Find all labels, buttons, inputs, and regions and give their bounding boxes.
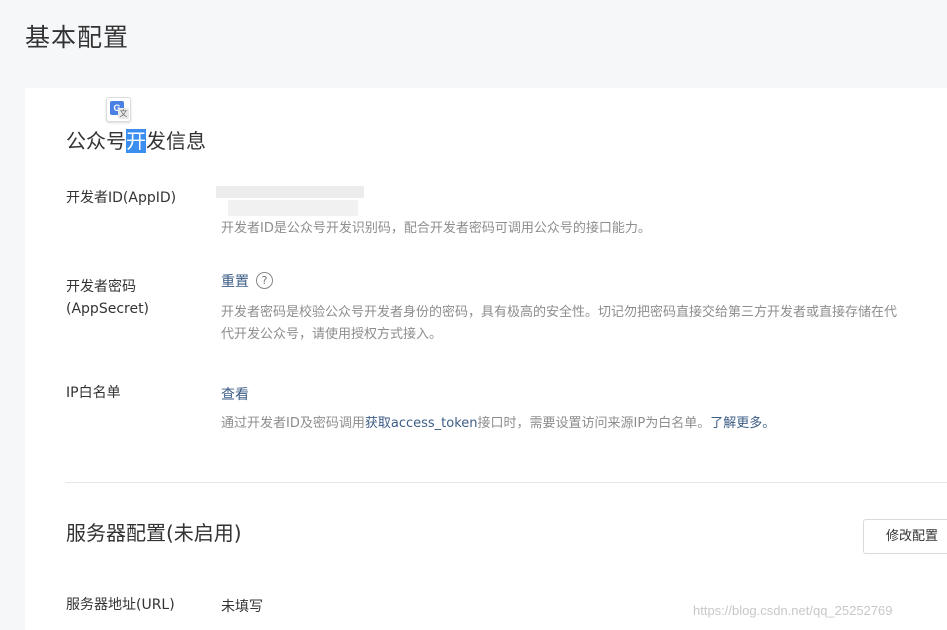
- developer-info-title: 公众号开发信息: [66, 125, 206, 154]
- translate-t-glyph: 文: [118, 108, 129, 119]
- developer-info-title-highlight: 开: [126, 129, 146, 153]
- server-url-value: 未填写: [221, 599, 263, 615]
- content-card: [25, 88, 947, 630]
- page-title: 基本配置: [25, 23, 130, 52]
- access-token-link[interactable]: 获取access_token: [365, 416, 478, 431]
- ip-whitelist-desc-middle: 接口时，需要设置访问来源IP为白名单。: [477, 416, 711, 431]
- server-url-label: 服务器地址(URL): [66, 597, 175, 613]
- modify-config-button[interactable]: 修改配置: [863, 519, 947, 554]
- app-secret-description: 开发者密码是校验公众号开发者身份的密码，具有极高的安全性。切记勿把密码直接交给第…: [221, 302, 897, 346]
- translate-icon[interactable]: G 文: [106, 97, 131, 122]
- server-config-title: 服务器配置(未启用): [66, 521, 242, 545]
- app-secret-description-line2: 代开发公众号，请使用授权方式接入。: [221, 327, 443, 342]
- ip-whitelist-description: 通过开发者ID及密码调用获取access_token接口时，需要设置访问来源IP…: [221, 413, 775, 435]
- page: 基本配置 G 文 公众号开发信息 开发者ID(AppID) 开发者ID是公众号开…: [0, 0, 947, 630]
- ip-whitelist-desc-before: 通过开发者ID及密码调用: [221, 416, 365, 431]
- app-secret-label: 开发者密码 (AppSecret): [66, 276, 149, 320]
- developer-info-title-before: 公众号: [66, 129, 126, 153]
- watermark: https://blog.csdn.net/qq_25252769: [693, 603, 893, 618]
- view-whitelist-link[interactable]: 查看: [221, 384, 249, 404]
- section-divider: [65, 482, 947, 483]
- developer-info-title-after: 发信息: [146, 129, 206, 153]
- reset-secret-link[interactable]: 重置: [221, 271, 249, 291]
- learn-more-link[interactable]: 了解更多。: [710, 416, 775, 431]
- app-id-label: 开发者ID(AppID): [66, 190, 177, 206]
- app-secret-label-line2: (AppSecret): [66, 301, 150, 317]
- app-secret-description-line1: 开发者密码是校验公众号开发者身份的密码，具有极高的安全性。切记勿把密码直接交给第…: [221, 305, 898, 320]
- ip-whitelist-label: IP白名单: [66, 385, 121, 401]
- app-id-description: 开发者ID是公众号开发识别码，配合开发者密码可调用公众号的接口能力。: [221, 221, 651, 236]
- app-secret-label-line1: 开发者密码: [66, 279, 136, 295]
- help-icon[interactable]: ?: [256, 272, 273, 289]
- app-id-value-redacted: [216, 183, 364, 219]
